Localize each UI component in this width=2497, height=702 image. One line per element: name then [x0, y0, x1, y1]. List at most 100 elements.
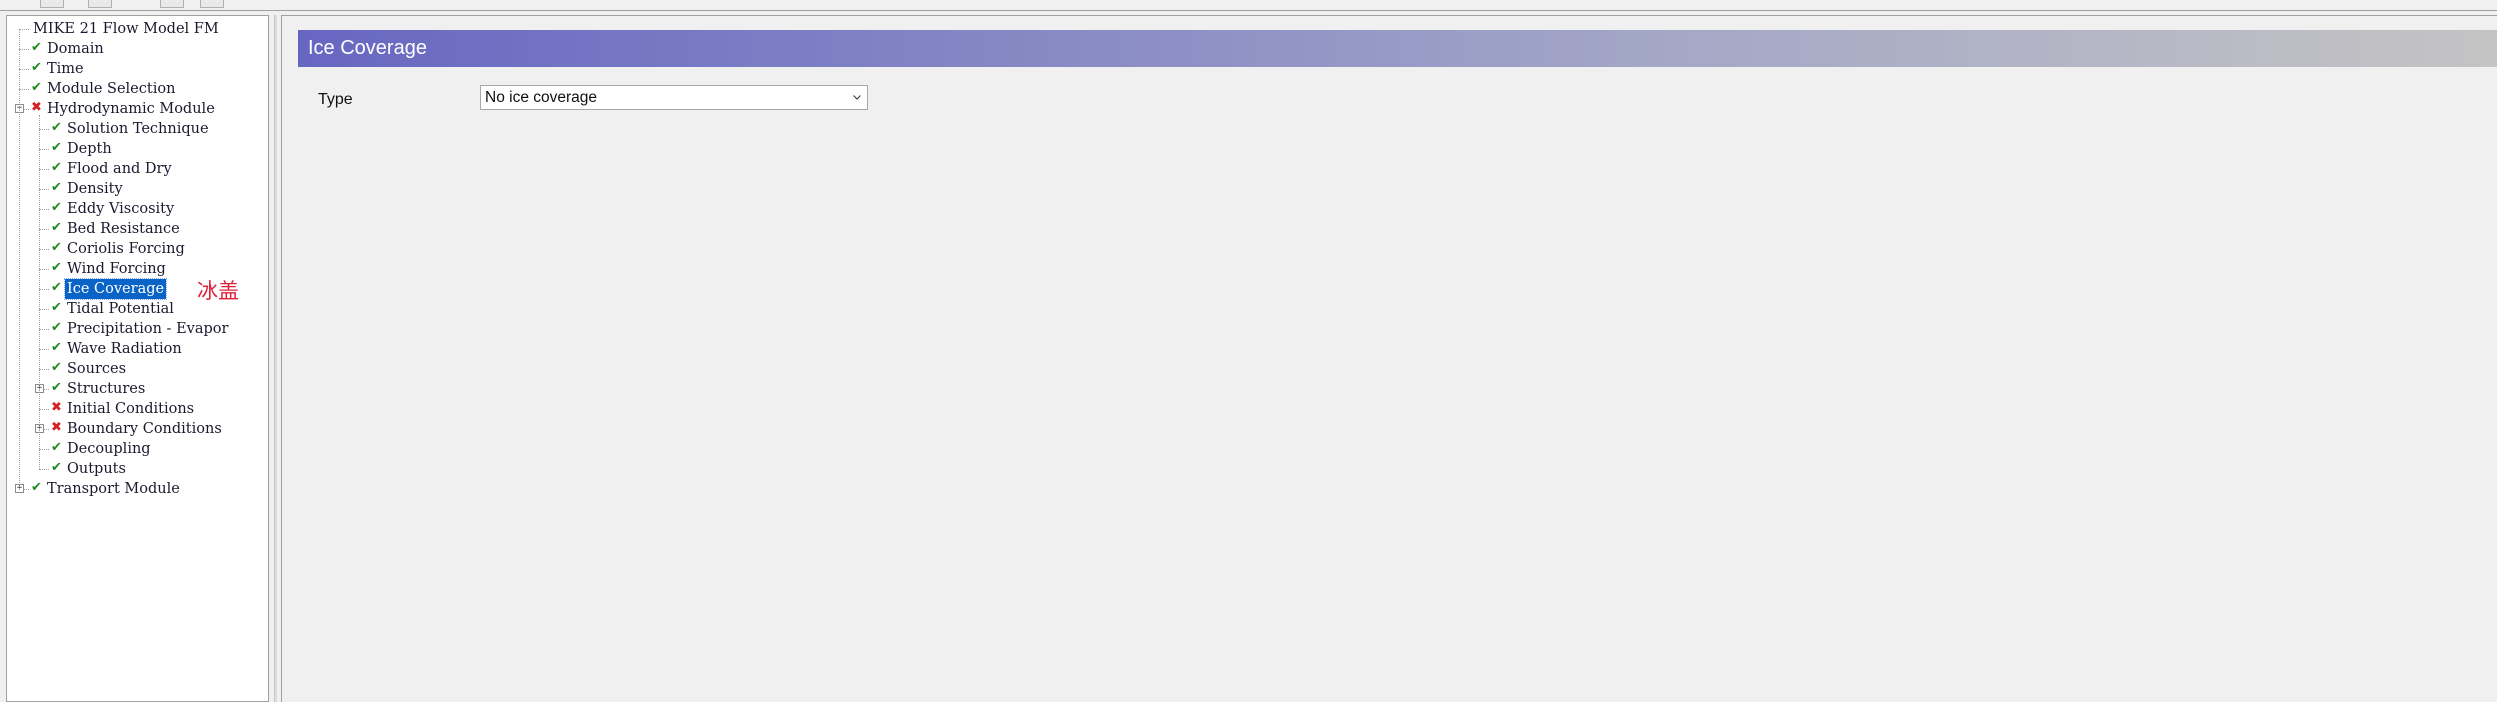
tree-item-density[interactable]: ✔ Density: [7, 179, 268, 199]
tree-item-mike-21-flow-model-fm[interactable]: MIKE 21 Flow Model FM: [7, 19, 268, 39]
check-icon: ✔: [51, 180, 62, 195]
tree-connector: [39, 329, 49, 330]
tree-item-sources[interactable]: ✔ Sources: [7, 359, 268, 379]
tree-item-label: Solution Technique: [67, 121, 209, 137]
tree-item-label: Transport Module: [47, 481, 180, 497]
check-icon: ✔: [51, 140, 62, 155]
tree-item-label: Outputs: [67, 461, 126, 477]
tree-item-label: Depth: [67, 141, 112, 157]
check-icon: ✔: [51, 200, 62, 215]
toolbar-button[interactable]: [88, 0, 112, 8]
tree-guide-line: [39, 115, 40, 469]
check-icon: ✔: [51, 160, 62, 175]
tree-item-hydrodynamic-module[interactable]: − ✖ Hydrodynamic Module: [7, 99, 268, 119]
check-icon: ✔: [51, 120, 62, 135]
tree-item-boundary-conditions[interactable]: + ✖ Boundary Conditions: [7, 419, 268, 439]
tree-connector: [19, 89, 29, 90]
tree-item-label: Wave Radiation: [67, 341, 182, 357]
toolbar-button[interactable]: [40, 0, 64, 8]
tree-item-label: Eddy Viscosity: [67, 201, 175, 217]
tree-connector: [39, 369, 49, 370]
type-label: Type: [318, 91, 353, 108]
check-icon: ✔: [31, 80, 42, 95]
tree-connector: [39, 249, 49, 250]
tree-item-wave-radiation[interactable]: ✔ Wave Radiation: [7, 339, 268, 359]
chevron-down-icon: [853, 95, 861, 100]
check-icon: ✔: [31, 40, 42, 55]
check-icon: ✔: [51, 240, 62, 255]
tree-item-label: Boundary Conditions: [67, 421, 222, 437]
toolbar-button[interactable]: [160, 0, 184, 8]
tree-item-label: MIKE 21 Flow Model FM: [33, 21, 219, 37]
properties-pane: [281, 15, 2497, 702]
error-x-icon: ✖: [31, 100, 42, 115]
tree-item-label: Domain: [47, 41, 104, 57]
tree-connector: [39, 349, 49, 350]
check-icon: ✔: [51, 440, 62, 455]
check-icon: ✔: [51, 220, 62, 235]
tree-item-label: Sources: [67, 361, 127, 377]
error-x-icon: ✖: [51, 400, 62, 415]
tree-connector: [39, 469, 49, 470]
tree-item-eddy-viscosity[interactable]: ✔ Eddy Viscosity: [7, 199, 268, 219]
tree-connector: [39, 409, 49, 410]
tree-guide-line: [19, 29, 20, 489]
section-header: Ice Coverage: [298, 30, 2497, 67]
tree-item-decoupling[interactable]: ✔ Decoupling: [7, 439, 268, 459]
check-icon: ✔: [51, 360, 62, 375]
check-icon: ✔: [31, 480, 42, 495]
tree-item-coriolis-forcing[interactable]: ✔ Coriolis Forcing: [7, 239, 268, 259]
tree-item-label: Structures: [67, 381, 146, 397]
tree-item-label: Density: [67, 181, 123, 197]
tree-item-label: Tidal Potential: [67, 301, 174, 317]
tree-item-module-selection[interactable]: ✔ Module Selection: [7, 79, 268, 99]
tree-item-label: Flood and Dry: [67, 161, 172, 177]
tree-item-time[interactable]: ✔ Time: [7, 59, 268, 79]
tree-item-label: Ice Coverage: [63, 278, 168, 300]
tree-item-flood-and-dry[interactable]: ✔ Flood and Dry: [7, 159, 268, 179]
tree-item-depth[interactable]: ✔ Depth: [7, 139, 268, 159]
tree-item-label: Hydrodynamic Module: [47, 101, 215, 117]
tree-item-initial-conditions[interactable]: ✖ Initial Conditions: [7, 399, 268, 419]
check-icon: ✔: [51, 380, 62, 395]
pane-splitter[interactable]: [274, 15, 277, 702]
tree-connector: [39, 169, 49, 170]
tree-item-domain[interactable]: ✔ Domain: [7, 39, 268, 59]
toolbar-button[interactable]: [200, 0, 224, 8]
tree-item-label: Wind Forcing: [67, 261, 166, 277]
tree-item-label: Initial Conditions: [67, 401, 195, 417]
tree-connector: [39, 269, 49, 270]
tree-connector: [39, 209, 49, 210]
check-icon: ✔: [31, 60, 42, 75]
tree-connector: [39, 309, 49, 310]
check-icon: ✔: [51, 460, 62, 475]
tree-item-precipitation-evapor[interactable]: ✔ Precipitation - Evapor: [7, 319, 268, 339]
tree-item-label: Time: [47, 61, 84, 77]
tree-item-label: Coriolis Forcing: [67, 241, 185, 257]
section-title: Ice Coverage: [308, 37, 427, 59]
check-icon: ✔: [51, 280, 62, 295]
tree-item-solution-technique[interactable]: ✔ Solution Technique: [7, 119, 268, 139]
check-icon: ✔: [51, 320, 62, 335]
toolbar-strip: [0, 0, 2497, 11]
check-icon: ✔: [51, 260, 62, 275]
tree-item-transport-module[interactable]: + ✔ Transport Module: [7, 479, 268, 499]
type-dropdown[interactable]: No ice coverage: [480, 85, 868, 110]
tree-connector: [19, 69, 29, 70]
tree-connector: [39, 229, 49, 230]
type-dropdown-value: No ice coverage: [485, 89, 598, 106]
tree-item-label: Module Selection: [47, 81, 176, 97]
tree-item-bed-resistance[interactable]: ✔ Bed Resistance: [7, 219, 268, 239]
navigation-tree-pane[interactable]: MIKE 21 Flow Model FM ✔ Domain ✔ Time ✔ Module…: [6, 15, 269, 702]
annotation-label: 冰盖: [197, 279, 239, 303]
error-x-icon: ✖: [51, 420, 62, 435]
tree-item-structures[interactable]: + ✔ Structures: [7, 379, 268, 399]
tree-connector: [39, 289, 49, 290]
tree-item-outputs[interactable]: ✔ Outputs: [7, 459, 268, 479]
tree-connector: [39, 189, 49, 190]
tree-item-label: Precipitation - Evapor: [67, 321, 229, 337]
tree-connector: [39, 129, 49, 130]
tree-item-label: Bed Resistance: [67, 221, 180, 237]
check-icon: ✔: [51, 300, 62, 315]
tree-connector: [39, 449, 49, 450]
